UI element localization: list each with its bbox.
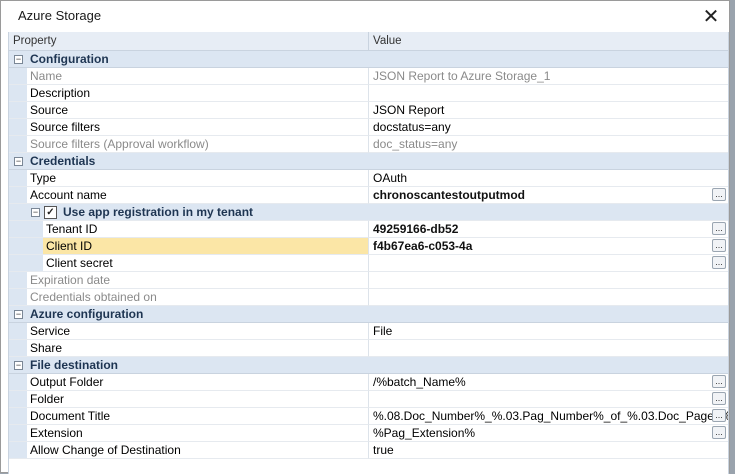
property-label: Client ID [46, 239, 93, 253]
property-value[interactable]: OAuth [369, 170, 728, 187]
category-credentials[interactable]: − Credentials [9, 153, 728, 170]
category-label: Azure configuration [30, 307, 144, 321]
property-label: Type [30, 171, 57, 185]
property-value: /%batch_Name% [373, 375, 466, 389]
property-row-source-filters[interactable]: Source filters docstatus=any [9, 119, 728, 136]
property-value[interactable]: File [369, 323, 728, 340]
property-label: Output Folder [30, 375, 104, 389]
property-row-share[interactable]: Share [9, 340, 728, 357]
collapse-icon[interactable]: − [14, 361, 23, 370]
ellipsis-button[interactable]: ... [712, 409, 726, 422]
property-row-allow-change[interactable]: Allow Change of Destination true [9, 442, 728, 459]
property-value[interactable]: docstatus=any [369, 119, 728, 136]
property-value: %Pag_Extension% [373, 426, 476, 440]
property-label: Folder [30, 392, 65, 406]
property-label: Service [30, 324, 71, 338]
property-row-name[interactable]: Name JSON Report to Azure Storage_1 [9, 68, 728, 85]
grid-header: Property Value [9, 32, 728, 51]
title-bar: Azure Storage ✕ [1, 1, 729, 31]
property-value[interactable] [369, 85, 728, 102]
property-row-extension[interactable]: Extension %Pag_Extension% ... [9, 425, 728, 442]
property-row-client-secret[interactable]: Client secret ... [9, 255, 728, 272]
property-value [369, 289, 728, 306]
collapse-icon[interactable]: − [14, 157, 23, 166]
property-row-type[interactable]: Type OAuth [9, 170, 728, 187]
property-row-account-name[interactable]: Account name chronoscantestoutputmod ... [9, 187, 728, 204]
property-row-service[interactable]: Service File [9, 323, 728, 340]
ellipsis-button[interactable]: ... [712, 375, 726, 388]
window-title: Azure Storage [18, 8, 102, 23]
property-row-client-id[interactable]: Client ID f4b67ea6-c053-4a ... [9, 238, 728, 255]
property-label: Client secret [46, 256, 113, 270]
property-label: Extension [30, 426, 83, 440]
property-row-folder[interactable]: Folder ... [9, 391, 728, 408]
property-label: Source filters [30, 120, 101, 134]
ellipsis-button[interactable]: ... [712, 426, 726, 439]
category-file-destination[interactable]: − File destination [9, 357, 728, 374]
ellipsis-button[interactable]: ... [712, 222, 726, 235]
category-configuration[interactable]: − Configuration [9, 51, 728, 68]
property-row-description[interactable]: Description [9, 85, 728, 102]
collapse-icon[interactable]: − [31, 208, 40, 217]
property-row-credentials-obtained-on[interactable]: Credentials obtained on [9, 289, 728, 306]
property-value: %.08.Doc_Number%_%.03.Pag_Number%_of_%.0… [373, 409, 728, 423]
close-icon[interactable]: ✕ [699, 4, 723, 28]
property-row-document-title[interactable]: Document Title %.08.Doc_Number%_%.03.Pag… [9, 408, 728, 425]
property-label: Source filters (Approval workflow) [30, 137, 209, 151]
category-azure-configuration[interactable]: − Azure configuration [9, 306, 728, 323]
property-label: Source [30, 103, 69, 117]
category-label: File destination [30, 358, 119, 372]
ellipsis-button[interactable]: ... [712, 392, 726, 405]
subcategory-app-registration[interactable]: − ✓ Use app registration in my tenant [9, 204, 728, 221]
property-label: Allow Change of Destination [30, 443, 181, 457]
property-value: doc_status=any [369, 136, 728, 153]
app-registration-checkbox[interactable]: ✓ [44, 206, 57, 219]
property-label: Tenant ID [46, 222, 98, 236]
property-value: JSON Report to Azure Storage_1 [369, 68, 728, 85]
property-label: Expiration date [30, 273, 111, 287]
property-grid: Property Value − Configuration Name JSON… [8, 32, 729, 474]
ellipsis-button[interactable]: ... [712, 256, 726, 269]
property-column-header: Property [9, 32, 369, 50]
property-row-source[interactable]: Source JSON Report [9, 102, 728, 119]
property-value: f4b67ea6-c053-4a [373, 239, 473, 253]
collapse-icon[interactable]: − [14, 310, 23, 319]
property-value [369, 272, 728, 289]
property-label: Name [30, 69, 63, 83]
category-label: Configuration [30, 52, 109, 66]
property-row-source-filters-approval[interactable]: Source filters (Approval workflow) doc_s… [9, 136, 728, 153]
property-value: 49259166-db52 [373, 222, 459, 236]
property-row-expiration-date[interactable]: Expiration date [9, 272, 728, 289]
property-label: Document Title [30, 409, 111, 423]
subcategory-label: Use app registration in my tenant [63, 205, 254, 219]
category-label: Credentials [30, 154, 96, 168]
property-label: Account name [30, 188, 107, 202]
property-row-tenant-id[interactable]: Tenant ID 49259166-db52 ... [9, 221, 728, 238]
value-column-header: Value [373, 35, 402, 47]
property-value[interactable]: JSON Report [369, 102, 728, 119]
property-label: Credentials obtained on [30, 290, 157, 304]
azure-storage-dialog: Azure Storage ✕ Property Value − Configu… [0, 0, 730, 474]
property-label: Share [30, 341, 63, 355]
ellipsis-button[interactable]: ... [712, 239, 726, 252]
property-label: Description [30, 86, 91, 100]
property-value[interactable]: true [369, 442, 728, 459]
property-value[interactable] [369, 340, 728, 357]
property-row-output-folder[interactable]: Output Folder /%batch_Name% ... [9, 374, 728, 391]
ellipsis-button[interactable]: ... [712, 188, 726, 201]
collapse-icon[interactable]: − [14, 55, 23, 64]
property-value: chronoscantestoutputmod [373, 188, 525, 202]
